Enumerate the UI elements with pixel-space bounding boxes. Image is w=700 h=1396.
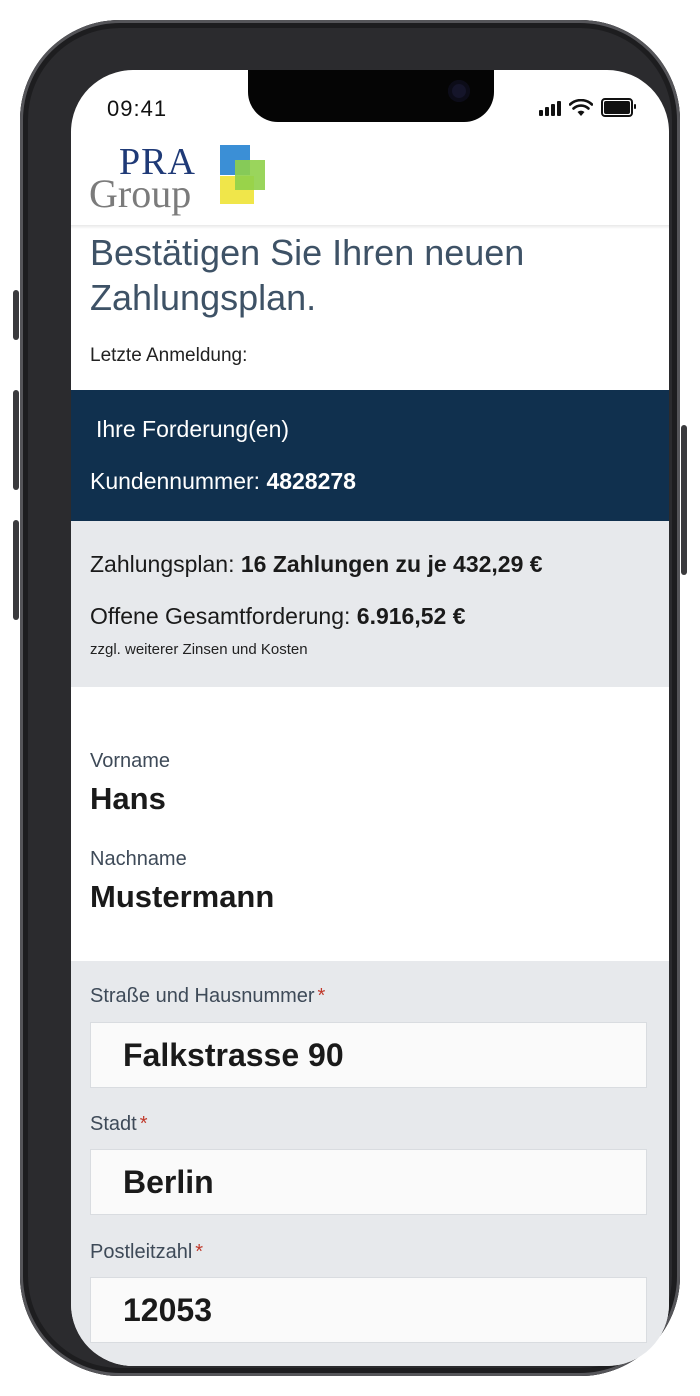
wifi-icon <box>569 98 593 116</box>
status-icons <box>539 98 636 117</box>
payment-plan-value: 16 Zahlungen zu je 432,29 € <box>240 551 543 577</box>
volume-down-button <box>13 520 19 620</box>
required-marker: * <box>317 985 326 1007</box>
last-name-label: Nachname <box>90 848 187 870</box>
street-input[interactable]: Falkstrasse 90 <box>90 1022 647 1088</box>
screen: 09:41 PRA Group Bestätigen Sie Ihren neu… <box>71 70 669 1366</box>
last-login-label: Letzte Anmeldung: <box>90 345 248 366</box>
claims-banner: Ihre Forderung(en) Kundennummer: 4828278 <box>71 390 669 521</box>
city-label-text: Stadt <box>90 1113 137 1135</box>
zip-input[interactable]: 12053 <box>90 1277 647 1343</box>
first-name-label: Vorname <box>90 750 171 772</box>
logo-square-green <box>235 160 265 190</box>
city-input-value: Berlin <box>123 1164 214 1200</box>
battery-icon <box>601 98 636 117</box>
pra-group-logo[interactable]: PRA Group <box>89 140 269 220</box>
notch <box>248 70 494 122</box>
phone-frame: 09:41 PRA Group Bestätigen Sie Ihren neu… <box>13 20 687 1376</box>
zip-label-text: Postleitzahl <box>90 1241 193 1263</box>
address-panel: Straße und Hausnummer * Falkstrasse 90 St… <box>71 961 669 1366</box>
payment-plan-panel: Zahlungsplan: 16 Zahlungen zu je 432,29 … <box>71 521 669 687</box>
zip-label: Postleitzahl * <box>90 1241 203 1264</box>
required-marker: * <box>139 1113 148 1135</box>
payment-plan-label: Zahlungsplan: <box>90 551 235 577</box>
interest-note: zzgl. weiterer Zinsen und Kosten <box>90 641 308 658</box>
action-button <box>13 290 19 340</box>
city-label: Stadt * <box>90 1113 148 1136</box>
header-divider <box>71 225 669 229</box>
power-button <box>681 425 687 575</box>
customer-number-value: 4828278 <box>266 468 356 494</box>
street-input-value: Falkstrasse 90 <box>123 1037 344 1073</box>
last-name-block: Nachname Mustermann <box>90 848 274 915</box>
street-label: Straße und Hausnummer * <box>90 985 325 1008</box>
city-input[interactable]: Berlin <box>90 1149 647 1215</box>
camera-icon <box>448 80 470 102</box>
street-label-text: Straße und Hausnummer <box>90 985 315 1007</box>
total-claim-label: Offene Gesamtforderung: <box>90 603 351 629</box>
page-title: Bestätigen Sie Ihren neuen Zahlungsplan. <box>90 232 525 318</box>
signal-icon <box>539 100 561 116</box>
first-name-block: Vorname Hans <box>90 750 170 817</box>
total-claim-row: Offene Gesamtforderung: 6.916,52 € <box>90 603 466 630</box>
status-time: 09:41 <box>107 96 168 121</box>
volume-up-button <box>13 390 19 490</box>
customer-number-row: Kundennummer: 4828278 <box>90 468 356 495</box>
last-name-value: Mustermann <box>90 879 275 914</box>
total-claim-value: 6.916,52 € <box>356 603 466 629</box>
customer-number-label: Kundennummer: <box>90 468 261 494</box>
required-marker: * <box>195 1241 204 1263</box>
logo-text-group: Group <box>89 171 192 216</box>
first-name-value: Hans <box>90 781 166 816</box>
payment-plan-row: Zahlungsplan: 16 Zahlungen zu je 432,29 … <box>90 551 543 578</box>
zip-input-value: 12053 <box>123 1292 212 1328</box>
claims-title: Ihre Forderung(en) <box>96 416 290 442</box>
